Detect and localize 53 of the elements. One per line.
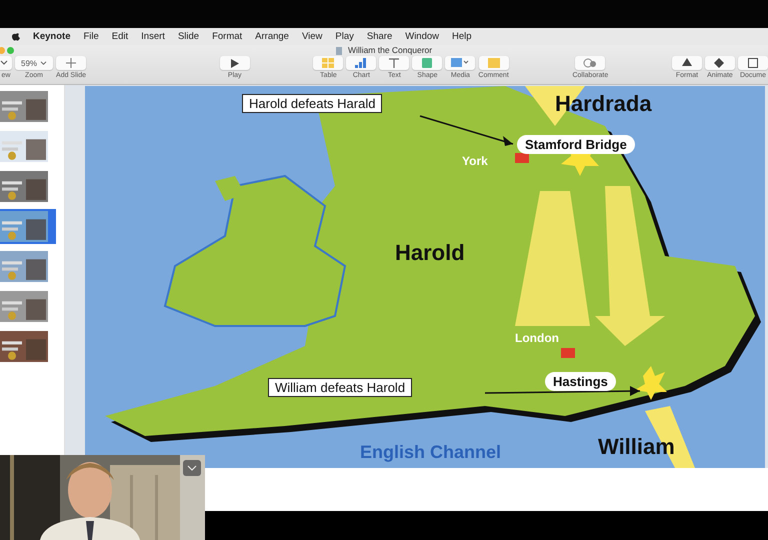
city-marker xyxy=(515,153,529,163)
place-label: Hastings xyxy=(545,372,616,391)
image-icon xyxy=(451,58,470,68)
explosion-icon xyxy=(635,366,667,400)
document-icon xyxy=(748,58,758,68)
document-button[interactable] xyxy=(738,56,768,70)
slide-thumbnail[interactable] xyxy=(0,209,56,244)
menu-item[interactable]: Play xyxy=(335,31,354,42)
bar-chart-icon xyxy=(355,58,368,68)
chevron-icon xyxy=(40,60,48,66)
plus-icon xyxy=(66,58,76,68)
callout-text: William defeats Harold xyxy=(268,378,412,397)
play-icon xyxy=(230,58,239,68)
menu-item[interactable]: File xyxy=(83,31,99,42)
chart-button[interactable] xyxy=(346,56,376,70)
collaborate-button[interactable] xyxy=(575,56,606,70)
chevron-icon xyxy=(187,465,197,471)
menu-item[interactable]: Arrange xyxy=(255,31,289,42)
menu-item[interactable]: Help xyxy=(452,31,472,42)
menu-item[interactable]: Insert xyxy=(141,31,165,42)
callout-text: Harold defeats Harald xyxy=(242,94,382,113)
format-button[interactable] xyxy=(672,56,702,70)
view-dropdown[interactable] xyxy=(0,56,12,70)
map-title: Harold xyxy=(395,240,465,266)
city-label: London xyxy=(515,331,559,345)
window-title: William the Conqueror xyxy=(348,45,432,55)
menu-item[interactable]: View xyxy=(302,31,322,42)
text-icon xyxy=(389,58,400,68)
table-icon xyxy=(322,58,334,68)
menu-item[interactable]: Format xyxy=(212,31,242,42)
apple-icon[interactable] xyxy=(12,32,20,41)
comment-icon xyxy=(488,58,500,68)
city-marker xyxy=(561,348,575,358)
document-icon xyxy=(336,47,342,55)
menu-item[interactable]: Share xyxy=(366,31,392,42)
media-button[interactable] xyxy=(445,56,476,70)
menu-item[interactable]: Edit xyxy=(112,31,128,42)
chevron-icon xyxy=(0,60,8,66)
place-label: Stamford Bridge xyxy=(517,135,635,154)
text-button[interactable] xyxy=(379,56,410,70)
zoom-dropdown[interactable]: 59% xyxy=(15,56,54,70)
city-label: York xyxy=(462,154,488,168)
square-icon xyxy=(422,58,432,68)
app-menu[interactable]: Keynote xyxy=(33,31,70,42)
sea-label: English Channel xyxy=(360,442,502,463)
animate-button[interactable] xyxy=(704,56,735,70)
people-icon xyxy=(583,58,598,68)
menu-item[interactable]: Slide xyxy=(178,31,200,42)
menu-item[interactable]: Window xyxy=(405,31,440,42)
add-button[interactable] xyxy=(56,56,86,70)
collapse-button[interactable] xyxy=(183,460,201,476)
play-button[interactable] xyxy=(220,56,250,70)
diamond-icon xyxy=(714,58,726,68)
